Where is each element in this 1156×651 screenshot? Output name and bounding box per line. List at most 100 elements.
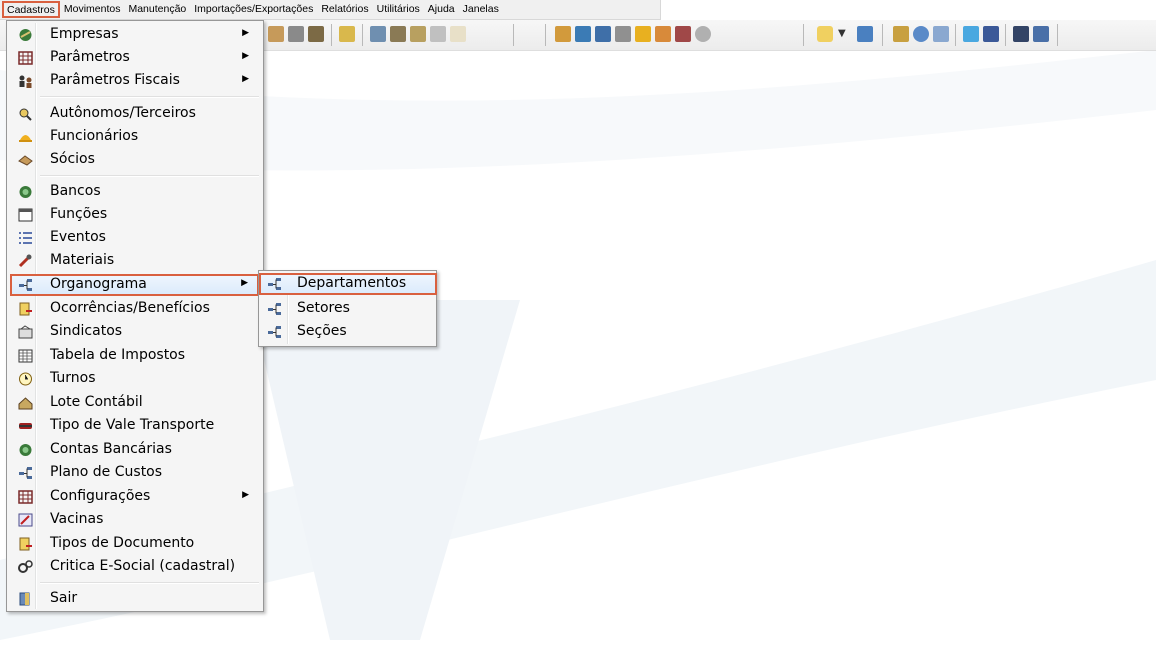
menu-item-label: Organograma — [50, 276, 147, 292]
people-icon — [19, 75, 32, 88]
toolbar-star-icon[interactable] — [817, 26, 833, 42]
menu-item-eventos[interactable]: Eventos — [9, 227, 261, 249]
menu-item-label: Parâmetros Fiscais — [50, 72, 180, 88]
menu-item-materiais[interactable]: Materiais — [9, 250, 261, 272]
menu-item-sair[interactable]: Sair — [9, 588, 261, 610]
submenu-item-setores[interactable]: Setores — [261, 298, 434, 320]
org-chart-icon — [268, 303, 281, 315]
toolbar-people-icon[interactable] — [555, 26, 571, 42]
organograma-submenu: Departamentos Setores Seções — [258, 270, 437, 347]
toolbar-keyboard-icon[interactable] — [595, 26, 611, 42]
menu-item-ocorrencias-beneficios[interactable]: Ocorrências/Benefícios — [9, 298, 261, 320]
table-icon — [18, 349, 33, 363]
menu-item-turnos[interactable]: Turnos — [9, 368, 261, 390]
toolbar-download-icon[interactable] — [857, 26, 873, 42]
menu-item-label: Funcionários — [50, 128, 139, 144]
toolbar-exit-icon[interactable] — [1033, 26, 1049, 42]
menu-item-parametros-fiscais[interactable]: Parâmetros Fiscais ▶ — [9, 70, 261, 92]
toolbar-ledger-icon[interactable] — [308, 26, 324, 42]
menu-item-bancos[interactable]: Bancos — [9, 181, 261, 203]
bank-icon — [19, 186, 32, 198]
menu-item-tabela-de-impostos[interactable]: Tabela de Impostos — [9, 345, 261, 367]
toolbar-window-icon[interactable] — [575, 26, 591, 42]
submenu-arrow-icon: ▶ — [242, 74, 249, 84]
org-chart-icon — [19, 467, 32, 479]
menu-janelas[interactable]: Janelas — [459, 1, 503, 18]
toolbar-info-icon[interactable] — [913, 26, 929, 42]
menu-item-label: Sócios — [50, 151, 95, 167]
toolbar-phone-icon[interactable] — [615, 26, 631, 42]
toolbar-gift-icon[interactable] — [655, 26, 671, 42]
toolbar-twitter-icon[interactable] — [963, 26, 979, 42]
list-icon — [19, 232, 32, 244]
menu-importacoes-exportacoes[interactable]: Importações/Exportações — [190, 1, 317, 18]
menu-item-contas-bancarias[interactable]: Contas Bancárias — [9, 439, 261, 461]
submenu-item-label: Seções — [297, 323, 347, 339]
menu-item-tipos-de-documento[interactable]: Tipos de Documento — [9, 533, 261, 555]
menu-cadastros[interactable]: Cadastros — [2, 1, 60, 18]
toolbar-union-icon[interactable] — [288, 26, 304, 42]
menu-item-autonomos-terceiros[interactable]: Autônomos/Terceiros — [9, 103, 261, 125]
handshake-icon — [18, 155, 33, 166]
menu-movimentos[interactable]: Movimentos — [60, 1, 125, 18]
menu-item-tipo-de-vale-transporte[interactable]: Tipo de Vale Transporte — [9, 415, 261, 437]
menu-separator — [40, 582, 259, 584]
menu-item-label: Turnos — [50, 370, 96, 386]
menu-item-funcoes[interactable]: Funções — [9, 204, 261, 226]
menu-item-empresas[interactable]: Empresas ▶ — [9, 24, 261, 46]
menubar: Cadastros Movimentos Manutenção Importaç… — [0, 0, 661, 20]
menu-ajuda[interactable]: Ajuda — [424, 1, 459, 18]
menu-manutencao[interactable]: Manutenção — [124, 1, 190, 18]
tools-icon — [18, 254, 32, 268]
submenu-item-label: Setores — [297, 300, 350, 316]
submenu-item-departamentos[interactable]: Departamentos — [259, 273, 437, 295]
menu-item-label: Sair — [50, 590, 78, 606]
helmet-icon — [19, 135, 32, 142]
gears-icon — [18, 560, 33, 573]
toolbar-separator — [513, 24, 514, 46]
menu-item-socios[interactable]: Sócios — [9, 149, 261, 171]
menu-item-funcionarios[interactable]: Funcionários — [9, 126, 261, 148]
menu-item-parametros[interactable]: Parâmetros ▶ — [9, 47, 261, 69]
menu-item-label: Tipos de Documento — [50, 535, 195, 551]
toolbar-calendar-icon[interactable] — [370, 26, 386, 42]
menu-item-label: Lote Contábil — [50, 394, 143, 410]
menu-utilitarios[interactable]: Utilitários — [373, 1, 424, 18]
toolbar-separator — [362, 24, 363, 46]
menu-relatorios[interactable]: Relatórios — [317, 1, 372, 18]
menu-item-sindicatos[interactable]: Sindicatos — [9, 321, 261, 343]
grid-icon — [18, 51, 33, 65]
toolbar-handshake-icon[interactable] — [268, 26, 284, 42]
submenu-arrow-icon: ▶ — [242, 490, 249, 500]
toolbar-disc-icon[interactable] — [695, 26, 711, 42]
menu-item-label: Parâmetros — [50, 49, 130, 65]
toolbar-copy-icon[interactable] — [410, 26, 426, 42]
union-icon — [18, 325, 33, 339]
submenu-item-secoes[interactable]: Seções — [261, 321, 434, 343]
toolbar-facebook-icon[interactable] — [983, 26, 999, 42]
toolbar-dropdown-icon[interactable]: ▼ — [838, 26, 848, 42]
toolbar-envelope-icon[interactable] — [430, 26, 446, 42]
menu-item-lote-contabil[interactable]: Lote Contábil — [9, 392, 261, 414]
clock-icon — [19, 372, 32, 386]
toolbar-pointer-icon[interactable] — [450, 26, 466, 42]
menu-item-label: Materiais — [50, 252, 115, 268]
toolbar-ledger2-icon[interactable] — [390, 26, 406, 42]
toolbar-printer-icon[interactable] — [339, 26, 355, 42]
submenu-arrow-icon: ▶ — [242, 28, 249, 38]
toolbar-separator — [803, 24, 804, 46]
menu-item-critica-e-social[interactable]: Critica E-Social (cadastral) — [9, 556, 261, 578]
toolbar-printer2-icon[interactable] — [675, 26, 691, 42]
toolbar-tools-icon[interactable] — [893, 26, 909, 42]
menu-item-organograma[interactable]: Organograma ▶ — [10, 274, 259, 296]
toolbar-monitor-icon[interactable] — [1013, 26, 1029, 42]
toolbar-feather-icon[interactable] — [933, 26, 949, 42]
menu-item-plano-de-custos[interactable]: Plano de Custos — [9, 462, 261, 484]
menu-item-configuracoes[interactable]: Configurações ▶ — [9, 486, 261, 508]
menu-item-label: Ocorrências/Benefícios — [50, 300, 210, 316]
menu-item-label: Configurações — [50, 488, 151, 504]
org-chart-icon — [19, 279, 32, 291]
menu-item-label: Vacinas — [50, 511, 104, 527]
menu-item-vacinas[interactable]: Vacinas — [9, 509, 261, 531]
toolbar-lamp-icon[interactable] — [635, 26, 651, 42]
